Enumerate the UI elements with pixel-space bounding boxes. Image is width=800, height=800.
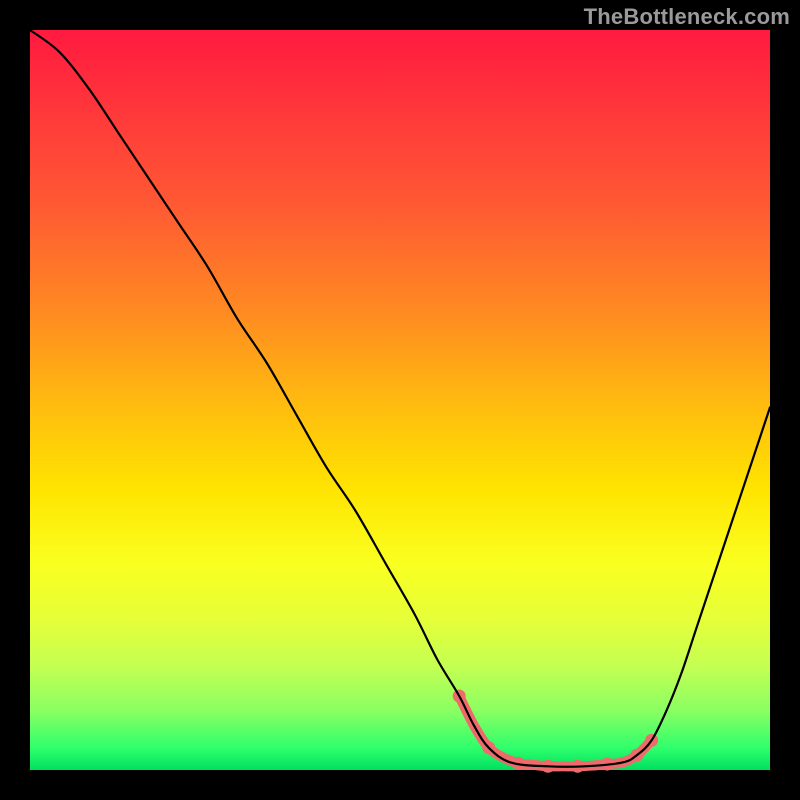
highlight-segment (459, 696, 651, 766)
watermark-label: TheBottleneck.com (584, 4, 790, 30)
curve-svg (30, 30, 770, 770)
plot-area (30, 30, 770, 770)
chart-stage: TheBottleneck.com (0, 0, 800, 800)
bottleneck-curve (30, 30, 770, 767)
